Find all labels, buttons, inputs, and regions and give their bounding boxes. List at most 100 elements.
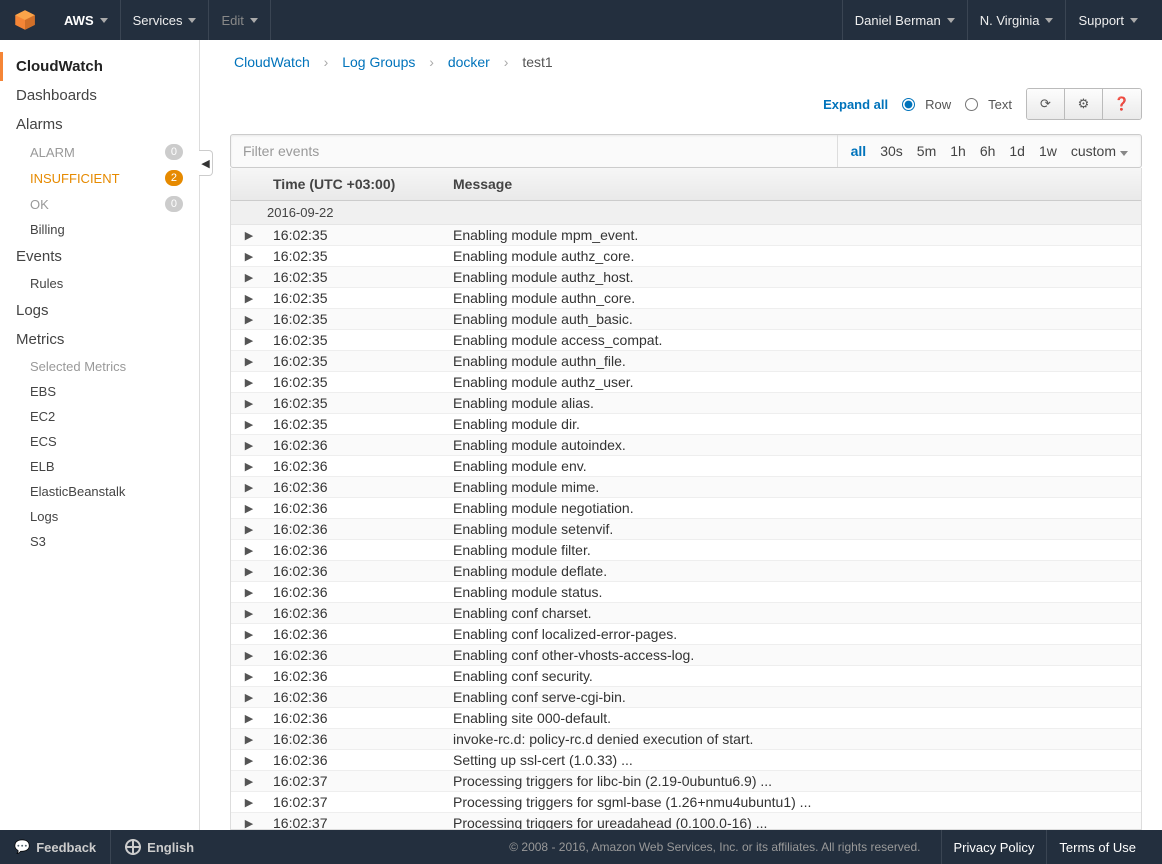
- nav-support[interactable]: Support: [1065, 0, 1150, 40]
- sidebar-logs[interactable]: Logs: [0, 296, 199, 325]
- aws-logo-icon[interactable]: [12, 7, 38, 33]
- expand-row-icon[interactable]: ▶: [231, 712, 267, 725]
- expand-row-icon[interactable]: ▶: [231, 502, 267, 515]
- log-row[interactable]: ▶16:02:35Enabling module authz_core.: [231, 246, 1141, 267]
- expand-row-icon[interactable]: ▶: [231, 376, 267, 389]
- sidebar-dashboards[interactable]: Dashboards: [0, 81, 199, 110]
- expand-row-icon[interactable]: ▶: [231, 565, 267, 578]
- sidebar-rules[interactable]: Rules: [0, 271, 199, 296]
- sidebar-events[interactable]: Events: [0, 242, 199, 271]
- log-row[interactable]: ▶16:02:35Enabling module authz_host.: [231, 267, 1141, 288]
- expand-row-icon[interactable]: ▶: [231, 250, 267, 263]
- log-row[interactable]: ▶16:02:36invoke-rc.d: policy-rc.d denied…: [231, 729, 1141, 750]
- range-1w[interactable]: 1w: [1032, 137, 1064, 165]
- log-row[interactable]: ▶16:02:36Enabling conf serve-cgi-bin.: [231, 687, 1141, 708]
- refresh-button[interactable]: ⟳: [1027, 89, 1065, 119]
- settings-button[interactable]: ⚙: [1065, 89, 1103, 119]
- view-text-radio[interactable]: Text: [965, 97, 1012, 112]
- expand-row-icon[interactable]: ▶: [231, 292, 267, 305]
- help-button[interactable]: ❓: [1103, 89, 1141, 119]
- expand-row-icon[interactable]: ▶: [231, 754, 267, 767]
- sidebar-metric-s3[interactable]: S3: [0, 529, 199, 554]
- range-1d[interactable]: 1d: [1002, 137, 1032, 165]
- sidebar-metric-ebs[interactable]: EBS: [0, 379, 199, 404]
- expand-row-icon[interactable]: ▶: [231, 733, 267, 746]
- log-row[interactable]: ▶16:02:36Enabling module deflate.: [231, 561, 1141, 582]
- range-6h[interactable]: 6h: [973, 137, 1003, 165]
- nav-aws[interactable]: AWS: [52, 0, 121, 40]
- log-row[interactable]: ▶16:02:35Enabling module alias.: [231, 393, 1141, 414]
- expand-row-icon[interactable]: ▶: [231, 355, 267, 368]
- sidebar-ok[interactable]: OK0: [0, 191, 199, 217]
- nav-edit[interactable]: Edit: [209, 0, 270, 40]
- log-row[interactable]: ▶16:02:35Enabling module authz_user.: [231, 372, 1141, 393]
- sidebar-insufficient[interactable]: INSUFFICIENT2: [0, 165, 199, 191]
- expand-row-icon[interactable]: ▶: [231, 460, 267, 473]
- expand-row-icon[interactable]: ▶: [231, 334, 267, 347]
- log-row[interactable]: ▶16:02:35Enabling module dir.: [231, 414, 1141, 435]
- sidebar-cloudwatch[interactable]: CloudWatch: [0, 52, 199, 81]
- nav-services[interactable]: Services: [121, 0, 210, 40]
- expand-row-icon[interactable]: ▶: [231, 607, 267, 620]
- log-row[interactable]: ▶16:02:36Enabling conf localized-error-p…: [231, 624, 1141, 645]
- nav-user[interactable]: Daniel Berman: [842, 0, 967, 40]
- log-row[interactable]: ▶16:02:35Enabling module authn_file.: [231, 351, 1141, 372]
- log-row[interactable]: ▶16:02:36Enabling module filter.: [231, 540, 1141, 561]
- log-row[interactable]: ▶16:02:37Processing triggers for ureadah…: [231, 813, 1141, 830]
- log-row[interactable]: ▶16:02:36Enabling module autoindex.: [231, 435, 1141, 456]
- log-row[interactable]: ▶16:02:35Enabling module access_compat.: [231, 330, 1141, 351]
- sidebar-metric-ec2[interactable]: EC2: [0, 404, 199, 429]
- range-custom[interactable]: custom: [1064, 137, 1135, 165]
- nav-region[interactable]: N. Virginia: [967, 0, 1066, 40]
- range-30s[interactable]: 30s: [873, 137, 910, 165]
- log-row[interactable]: ▶16:02:36Setting up ssl-cert (1.0.33) ..…: [231, 750, 1141, 771]
- expand-all-link[interactable]: Expand all: [823, 97, 888, 112]
- expand-row-icon[interactable]: ▶: [231, 691, 267, 704]
- view-row-radio[interactable]: Row: [902, 97, 951, 112]
- expand-row-icon[interactable]: ▶: [231, 397, 267, 410]
- expand-row-icon[interactable]: ▶: [231, 229, 267, 242]
- expand-row-icon[interactable]: ▶: [231, 796, 267, 809]
- expand-row-icon[interactable]: ▶: [231, 439, 267, 452]
- expand-row-icon[interactable]: ▶: [231, 523, 267, 536]
- log-row[interactable]: ▶16:02:35Enabling module authn_core.: [231, 288, 1141, 309]
- expand-row-icon[interactable]: ▶: [231, 628, 267, 641]
- log-row[interactable]: ▶16:02:36Enabling module mime.: [231, 477, 1141, 498]
- sidebar-collapse-toggle[interactable]: ◀: [199, 150, 213, 176]
- feedback-link[interactable]: 💬Feedback: [14, 830, 111, 864]
- expand-row-icon[interactable]: ▶: [231, 313, 267, 326]
- col-message-header[interactable]: Message: [447, 168, 1141, 200]
- log-row[interactable]: ▶16:02:35Enabling module mpm_event.: [231, 225, 1141, 246]
- filter-events-input[interactable]: [231, 135, 837, 167]
- log-row[interactable]: ▶16:02:37Processing triggers for sgml-ba…: [231, 792, 1141, 813]
- expand-row-icon[interactable]: ▶: [231, 817, 267, 830]
- expand-row-icon[interactable]: ▶: [231, 586, 267, 599]
- expand-row-icon[interactable]: ▶: [231, 670, 267, 683]
- log-row[interactable]: ▶16:02:36Enabling module status.: [231, 582, 1141, 603]
- log-row[interactable]: ▶16:02:36Enabling site 000-default.: [231, 708, 1141, 729]
- breadcrumb-cloudwatch[interactable]: CloudWatch: [234, 54, 310, 70]
- terms-of-use-link[interactable]: Terms of Use: [1046, 830, 1148, 864]
- log-row[interactable]: ▶16:02:35Enabling module auth_basic.: [231, 309, 1141, 330]
- log-row[interactable]: ▶16:02:36Enabling conf other-vhosts-acce…: [231, 645, 1141, 666]
- log-row[interactable]: ▶16:02:37Processing triggers for libc-bi…: [231, 771, 1141, 792]
- sidebar-metric-elasticbeanstalk[interactable]: ElasticBeanstalk: [0, 479, 199, 504]
- sidebar-selected-metrics[interactable]: Selected Metrics: [0, 354, 199, 379]
- log-row[interactable]: ▶16:02:36Enabling module setenvif.: [231, 519, 1141, 540]
- sidebar-metric-ecs[interactable]: ECS: [0, 429, 199, 454]
- expand-row-icon[interactable]: ▶: [231, 649, 267, 662]
- range-1h[interactable]: 1h: [943, 137, 973, 165]
- expand-row-icon[interactable]: ▶: [231, 481, 267, 494]
- sidebar-billing[interactable]: Billing: [0, 217, 199, 242]
- log-row[interactable]: ▶16:02:36Enabling module negotiation.: [231, 498, 1141, 519]
- log-row[interactable]: ▶16:02:36Enabling conf security.: [231, 666, 1141, 687]
- expand-row-icon[interactable]: ▶: [231, 775, 267, 788]
- sidebar-alarm[interactable]: ALARM0: [0, 139, 199, 165]
- expand-row-icon[interactable]: ▶: [231, 544, 267, 557]
- sidebar-metric-logs[interactable]: Logs: [0, 504, 199, 529]
- breadcrumb-docker[interactable]: docker: [448, 54, 490, 70]
- log-row[interactable]: ▶16:02:36Enabling module env.: [231, 456, 1141, 477]
- range-5m[interactable]: 5m: [910, 137, 943, 165]
- privacy-policy-link[interactable]: Privacy Policy: [941, 830, 1047, 864]
- col-time-header[interactable]: Time (UTC +03:00): [267, 168, 447, 200]
